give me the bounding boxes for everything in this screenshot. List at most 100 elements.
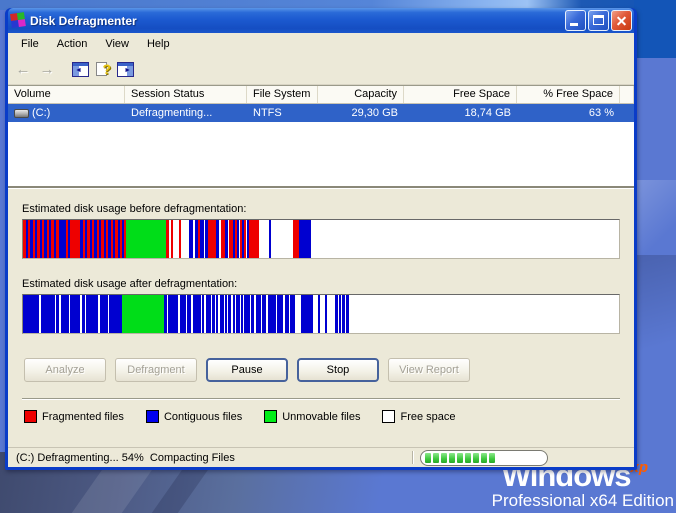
cell-free-space: 63 % (589, 107, 614, 119)
usage-segment-r (72, 220, 80, 258)
usage-segment-w (181, 220, 189, 258)
status-divider (412, 451, 414, 464)
statusbar: (C:) Defragmenting... 54% Compacting Fil… (8, 447, 634, 467)
analysis-panel: Estimated disk usage before defragmentat… (8, 189, 634, 447)
menubar: FileActionViewHelp (8, 33, 634, 55)
usage-segment-g (122, 295, 164, 333)
progress-segment (441, 453, 447, 463)
column-header-capacity[interactable]: Capacity (318, 86, 404, 103)
legend: Fragmented files Contiguous files Unmovabl… (24, 410, 456, 423)
usage-segment-b (70, 295, 80, 333)
legend-item-contiguous-files: Contiguous files (146, 410, 242, 423)
cell-free-space: 18,74 GB (465, 107, 511, 119)
progress-segment (449, 453, 455, 463)
desktop-wallpaper-topright (634, 0, 676, 58)
desktop-wallpaper-shade (636, 255, 676, 375)
progress-segment (425, 453, 431, 463)
view-report-button[interactable]: View Report (388, 358, 470, 382)
volume-list: VolumeSession StatusFile SystemCapacityF… (8, 85, 634, 189)
menu-item-view[interactable]: View (96, 35, 138, 53)
column-header-file-system[interactable]: File System (247, 86, 318, 103)
legend-swatch (382, 410, 395, 423)
menu-item-help[interactable]: Help (138, 35, 179, 53)
menu-item-action[interactable]: Action (48, 35, 97, 53)
back-button[interactable]: ← (14, 61, 32, 78)
usage-segment-b (299, 220, 311, 258)
drive-icon (14, 109, 29, 118)
before-usage-bar (22, 219, 620, 259)
list-header: VolumeSession StatusFile SystemCapacityF… (8, 86, 634, 104)
progress-segment (465, 453, 471, 463)
usage-segment-b (193, 295, 201, 333)
after-usage-bar (22, 294, 620, 334)
legend-item-free-space: Free space (382, 410, 455, 423)
help-question-icon: ? (102, 61, 111, 77)
legend-swatch (24, 410, 37, 423)
after-usage-label: Estimated disk usage after defragmentati… (22, 278, 237, 290)
table-row-volume[interactable]: (C:) Defragmenting... NTFS 29,30 GB 18,74 GB… (8, 104, 634, 122)
cell-volume: (C:) (32, 107, 50, 119)
tree-left-icon: ◄ (75, 67, 82, 75)
panel-separator (22, 398, 620, 400)
usage-segment-b (86, 295, 98, 333)
action-buttons: Analyze Defragment Pause Stop View Report (24, 358, 470, 382)
help-button[interactable]: ? (95, 62, 111, 78)
usage-segment-b (268, 295, 276, 333)
forward-button[interactable]: → (38, 61, 56, 78)
column-header-volume[interactable]: Volume (8, 86, 125, 103)
close-button[interactable] (611, 10, 632, 31)
usage-segment-w (349, 295, 620, 333)
show-console-tree-button[interactable]: ◄ (72, 62, 89, 77)
progress-segment (433, 453, 439, 463)
minimize-button[interactable] (565, 10, 586, 31)
cell-file-system: NTFS (253, 107, 282, 119)
titlebar[interactable]: Disk Defragmenter (8, 8, 634, 33)
column-header-free-space[interactable]: % Free Space (517, 86, 620, 103)
usage-segment-b (61, 295, 69, 333)
cell-session-status: Defragmenting... (131, 107, 212, 119)
defragment-button[interactable]: Defragment (115, 358, 197, 382)
legend-swatch (146, 410, 159, 423)
legend-item-fragmented-files: Fragmented files (24, 410, 124, 423)
usage-segment-b (168, 295, 178, 333)
window-title: Disk Defragmenter (30, 14, 137, 28)
usage-segment-b (59, 220, 66, 258)
app-icon (10, 12, 27, 29)
usage-segment-b (41, 295, 55, 333)
disk-defragmenter-window: Disk Defragmenter FileActionViewHelp ← →… (5, 8, 637, 470)
usage-segment-w (327, 295, 335, 333)
cell-capacity: 29,30 GB (352, 107, 398, 119)
legend-label: Contiguous files (164, 411, 242, 423)
legend-label: Unmovable files (282, 411, 360, 423)
legend-swatch (264, 410, 277, 423)
usage-segment-w (311, 220, 620, 258)
usage-segment-b (100, 295, 108, 333)
maximize-button[interactable] (588, 10, 609, 31)
legend-item-unmovable-files: Unmovable files (264, 410, 360, 423)
maximize-icon (593, 15, 604, 25)
usage-segment-w (271, 220, 293, 258)
pane-right-icon: ► (124, 67, 131, 75)
legend-label: Free space (400, 411, 455, 423)
menu-item-file[interactable]: File (12, 35, 48, 53)
usage-segment-g (126, 220, 166, 258)
analyze-button[interactable]: Analyze (24, 358, 106, 382)
show-action-pane-button[interactable]: ► (117, 62, 134, 77)
toolbar: ← → ◄ ? ► (8, 55, 634, 85)
defrag-progress-bar (420, 450, 548, 466)
desktop-wallpaper-sheen (636, 180, 676, 260)
usage-segment-b (109, 295, 122, 333)
minimize-icon (570, 23, 578, 26)
column-header-free-space[interactable]: Free Space (404, 86, 517, 103)
pause-button[interactable]: Pause (206, 358, 288, 382)
progress-segment (481, 453, 487, 463)
window-client-area: FileActionViewHelp ← → ◄ ? ► VolumeSessi… (8, 33, 634, 467)
progress-segment (457, 453, 463, 463)
usage-segment-b (23, 295, 39, 333)
usage-segment-r (251, 220, 259, 258)
column-header-session-status[interactable]: Session Status (125, 86, 247, 103)
legend-label: Fragmented files (42, 411, 124, 423)
status-text: (C:) Defragmenting... 54% Compacting Fil… (8, 452, 235, 464)
stop-button[interactable]: Stop (297, 358, 379, 382)
column-header-filler (620, 86, 634, 103)
